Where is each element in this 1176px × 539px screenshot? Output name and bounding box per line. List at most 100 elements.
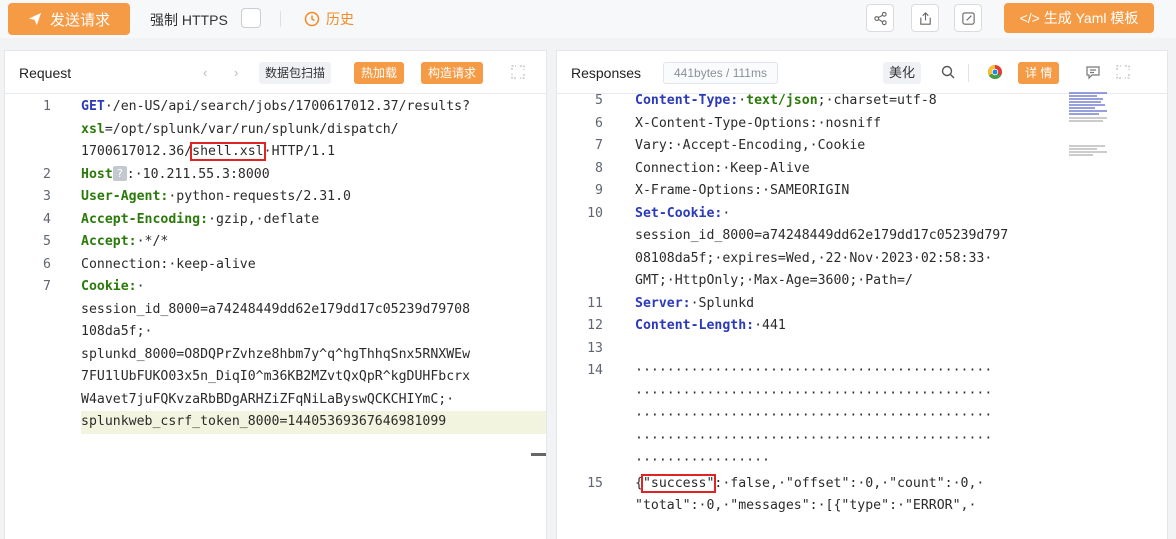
line-number	[5, 389, 51, 412]
response-title: Responses	[571, 65, 642, 81]
code-line: Server:·Splunkd	[635, 293, 754, 316]
line-number	[557, 270, 603, 293]
code-token: W4avet7juFQKvzaRbBDgARHZiZFqNiLaByswQCKC…	[81, 391, 455, 407]
comment-button[interactable]	[1082, 61, 1104, 83]
line-number: 7	[595, 138, 603, 153]
code-line: {"success":·false,·"offset":·0,·"count":…	[635, 473, 984, 496]
code-line: ·················	[635, 450, 770, 473]
code-line: Set-Cookie:·	[635, 203, 730, 226]
code-token: ·441	[754, 318, 786, 333]
chevron-right-icon[interactable]: ›	[234, 65, 238, 80]
line-number	[557, 225, 603, 248]
code-token: 08108da5f;·expires=Wed,·22·Nov·2023·02:5…	[635, 250, 993, 266]
line-number	[5, 344, 51, 367]
history-label: 历史	[326, 11, 354, 27]
code-line: GMT;·HttpOnly;·Max-Age=3600;·Path=/	[635, 270, 913, 293]
code-token: {	[635, 475, 643, 491]
open-in-browser-button[interactable]	[984, 61, 1006, 83]
code-token: ·················	[635, 453, 770, 468]
code-token: ·*/*	[136, 234, 169, 249]
line-number: 6	[43, 256, 51, 272]
chrome-icon	[988, 65, 1002, 79]
upload-icon	[919, 11, 931, 25]
export-button[interactable]	[911, 4, 939, 32]
line-number	[557, 383, 603, 406]
chevron-left-icon[interactable]: ‹	[203, 65, 207, 80]
code-line: Content-Length:·441	[635, 315, 786, 338]
code-line: splunkd_8000=O8DQPrZvhze8hbm7y^q^hgThhqS…	[81, 344, 470, 367]
line-number	[5, 321, 51, 344]
code-line: ········································…	[635, 383, 992, 406]
line-number: 4	[43, 211, 51, 227]
code-line: Accept:·*/*	[81, 231, 168, 254]
line-number: 9	[595, 183, 603, 198]
code-token: ········································…	[635, 385, 993, 401]
code-token: Connection:·Keep-Alive	[635, 160, 810, 176]
detail-button[interactable]: 详 情	[1018, 62, 1060, 84]
line-number: 14	[587, 363, 603, 378]
code-line: Cookie:·	[81, 276, 145, 299]
force-https-checkbox[interactable]	[241, 8, 261, 28]
build-request-button[interactable]: 构造请求	[421, 62, 484, 84]
expand-icon[interactable]	[510, 64, 526, 80]
code-line: ········································…	[635, 428, 992, 451]
code-token: xsl	[81, 121, 105, 137]
packet-scan-button[interactable]: 数据包扫描	[259, 62, 332, 84]
response-panel: Responses 441bytes / 111ms 美化 详 情 5 Conte…	[556, 50, 1168, 539]
scroll-indicator	[531, 453, 546, 456]
line-number: 6	[595, 115, 603, 131]
force-https-label: 强制 HTTPS	[150, 12, 228, 28]
line-number	[5, 141, 51, 164]
code-token: User-Agent:	[81, 189, 169, 204]
code-token: 1700617012.36/	[81, 144, 193, 159]
search-button[interactable]	[937, 61, 959, 83]
line-number: 2	[43, 166, 51, 182]
code-token: Set-Cookie:	[635, 205, 723, 221]
history-button[interactable]: 历史	[304, 9, 354, 29]
highlighted-token: shell.xsl	[190, 142, 266, 161]
line-number	[557, 248, 603, 271]
code-line: GET·/en-US/api/search/jobs/1700617012.37…	[81, 96, 470, 119]
expand-icon[interactable]	[1115, 64, 1131, 80]
code-token: Cookie:	[81, 279, 137, 294]
code-token: text/json	[746, 93, 818, 108]
line-number	[557, 428, 603, 451]
code-token: Connection:·keep-alive	[81, 256, 256, 272]
code-token: ········································…	[635, 430, 993, 446]
share-button[interactable]	[866, 4, 894, 32]
hot-load-button[interactable]: 热加载	[354, 62, 405, 84]
generate-yaml-button[interactable]: </> 生成 Yaml 模板	[1004, 3, 1154, 33]
code-token: "total":·0,·"messages":·[{"type":·"ERROR…	[635, 498, 977, 513]
code-line: User-Agent:·python-requests/2.31.0	[81, 186, 351, 209]
code-minimap[interactable]	[1067, 91, 1129, 171]
beautify-button[interactable]: 美化	[883, 62, 922, 84]
line-number	[5, 411, 51, 434]
response-size-badge: 441bytes / 111ms	[663, 62, 778, 84]
edit-button[interactable]	[954, 4, 982, 32]
request-title: Request	[19, 65, 72, 81]
send-request-button[interactable]: 发送请求	[8, 3, 130, 35]
code-token: ········································…	[635, 408, 993, 423]
code-line: "total":·0,·"messages":·[{"type":·"ERROR…	[635, 495, 976, 518]
share-icon	[873, 11, 887, 25]
line-number: 11	[587, 295, 603, 311]
code-token: ·/en-US/api/search/jobs/1700617012.37/re…	[104, 99, 471, 114]
request-header: Request ‹ › 数据包扫描 热加载 构造请求	[5, 51, 546, 94]
line-number: 1	[43, 99, 51, 114]
highlighted-token: "success"	[640, 473, 717, 493]
line-number: 5	[43, 234, 51, 249]
line-number: 12	[587, 318, 603, 333]
code-token: X-Content-Type-Options:·nosniff	[635, 115, 882, 131]
code-line: xsl=/opt/splunk/var/run/splunk/dispatch/	[81, 119, 399, 142]
code-line: Content-Type:·text/json;·charset=utf-8	[635, 90, 937, 113]
line-number	[5, 119, 51, 142]
code-line: 1700617012.36/shell.xsl·HTTP/1.1	[81, 141, 335, 164]
code-token: Accept:	[81, 234, 137, 249]
code-token: ;·charset=utf-8	[817, 93, 937, 108]
code-token: splunkweb_csrf_token_8000=14405369367646…	[81, 414, 447, 429]
send-request-label: 发送请求	[49, 11, 110, 29]
code-line: session_id_8000=a74248449dd62e179dd17c05…	[635, 225, 1008, 248]
code-token: Host	[81, 166, 113, 182]
code-token: GMT;·HttpOnly;·Max-Age=3600;·Path=/	[635, 273, 913, 288]
code-line: splunkweb_csrf_token_8000=14405369367646…	[81, 411, 446, 434]
